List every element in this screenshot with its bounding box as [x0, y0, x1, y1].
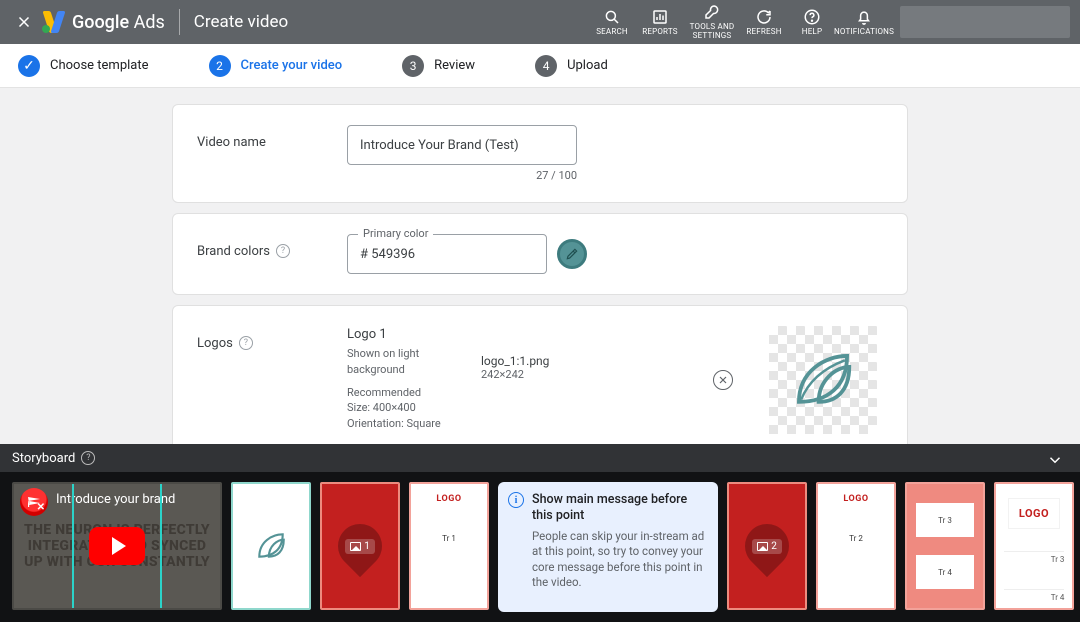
divider — [179, 9, 180, 35]
info-title: Show main message before this point — [532, 492, 708, 525]
help-tool[interactable]: HELP — [788, 8, 836, 37]
google-ads-logo-icon — [42, 11, 64, 33]
step-review[interactable]: 3 Review — [402, 55, 475, 77]
stepper-bar: ✓ Choose template 2 Create your video 3 … — [0, 44, 1080, 88]
storyboard-frame-logo-text-1[interactable]: LOGO Tr 1 — [409, 482, 489, 610]
storyboard-frame-end-card[interactable]: LOGO Tr 3 Tr 4 — [994, 482, 1074, 610]
storyboard-video-preview[interactable]: THE NEURON IS PERFECTLY INTEGRATED AND S… — [12, 482, 222, 610]
info-icon: i — [508, 492, 524, 508]
image-slot-badge: 1 — [345, 539, 375, 554]
content-scroll[interactable]: Video name 27 / 100 Brand colors ? Prima… — [0, 88, 1080, 444]
logos-card: Logos ? Logo 1 Shown on light background… — [172, 305, 908, 444]
storyboard-frame-logo-intro[interactable] — [231, 482, 311, 610]
storyboard-header: Storyboard ? — [0, 444, 1080, 472]
video-name-field — [347, 125, 577, 165]
leaf-icon — [254, 529, 288, 563]
eyedropper-button[interactable] — [557, 239, 587, 269]
step-number-2-icon: 2 — [209, 55, 231, 77]
help-icon[interactable]: ? — [276, 244, 290, 258]
help-icon[interactable]: ? — [239, 336, 253, 350]
step-choose-template[interactable]: ✓ Choose template — [18, 55, 149, 77]
step-upload[interactable]: 4 Upload — [535, 55, 608, 77]
brand-colors-card: Brand colors ? Primary color — [172, 213, 908, 295]
video-name-input[interactable] — [348, 138, 576, 153]
step-number-4-icon: 4 — [535, 55, 557, 77]
step-number-3-icon: 3 — [402, 55, 424, 77]
search-tool[interactable]: SEARCH — [588, 8, 636, 37]
close-icon — [717, 374, 729, 386]
reel-badge-icon — [20, 488, 48, 516]
logo-preview — [733, 326, 883, 434]
search-icon — [603, 8, 621, 26]
refresh-icon — [755, 8, 773, 26]
bell-icon — [855, 8, 873, 26]
notifications-tool[interactable]: NOTIFICATIONS — [836, 8, 892, 37]
image-icon — [350, 542, 361, 551]
eyedropper-icon — [565, 247, 579, 261]
storyboard-title: Storyboard — [12, 451, 75, 466]
brand-name: Google Ads — [72, 12, 165, 33]
reports-tool[interactable]: REPORTS — [636, 8, 684, 37]
storyboard-info-card: i Show main message before this point Pe… — [498, 482, 718, 612]
image-icon — [757, 542, 768, 551]
step-create-video[interactable]: 2 Create your video — [209, 55, 343, 77]
wrench-icon — [703, 3, 721, 21]
storyboard-frame-logo-text-2[interactable]: LOGO Tr 2 — [816, 482, 896, 610]
info-body: People can skip your in-stream ad at thi… — [532, 529, 708, 591]
primary-color-float-label: Primary color — [358, 227, 433, 240]
refresh-tool[interactable]: REFRESH — [740, 8, 788, 37]
page-title: Create video — [194, 12, 288, 32]
storyboard-frame-image-1[interactable]: 1 — [320, 482, 400, 610]
logos-label: Logos ? — [197, 326, 347, 434]
remove-logo-button[interactable] — [713, 370, 733, 390]
collapse-storyboard-button[interactable] — [1042, 443, 1068, 473]
storyboard-strip[interactable]: THE NEURON IS PERFECTLY INTEGRATED AND S… — [0, 472, 1080, 622]
close-icon[interactable] — [10, 13, 38, 31]
help-icon — [803, 8, 821, 26]
primary-color-field: Primary color — [347, 234, 547, 274]
reports-icon — [651, 8, 669, 26]
storyboard-frame-image-2[interactable]: 2 — [727, 482, 807, 610]
image-slot-badge: 2 — [752, 539, 782, 554]
app-header: Google Ads Create video SEARCH REPORTS T… — [0, 0, 1080, 44]
chevron-up-icon — [1046, 451, 1064, 469]
play-icon[interactable] — [89, 527, 145, 565]
video-name-card: Video name 27 / 100 — [172, 104, 908, 203]
video-name-label: Video name — [197, 125, 347, 182]
char-counter: 27 / 100 — [347, 169, 577, 182]
logo-file-info: logo_1:1.png 242×242 — [481, 326, 549, 434]
primary-color-input[interactable] — [348, 247, 546, 262]
account-switcher[interactable] — [900, 6, 1070, 38]
logo-meta: Logo 1 Shown on light background Recomme… — [347, 326, 477, 434]
check-icon: ✓ — [18, 55, 40, 77]
brand-colors-label: Brand colors ? — [197, 234, 347, 274]
storyboard-panel: Storyboard ? THE NEURON IS PERFECTLY INT… — [0, 444, 1080, 622]
help-icon[interactable]: ? — [81, 451, 95, 465]
leaf-icon — [788, 345, 858, 415]
tools-settings-tool[interactable]: TOOLS AND SETTINGS — [684, 3, 740, 41]
storyboard-frame-text-rows[interactable]: Tr 3 Tr 4 — [905, 482, 985, 610]
